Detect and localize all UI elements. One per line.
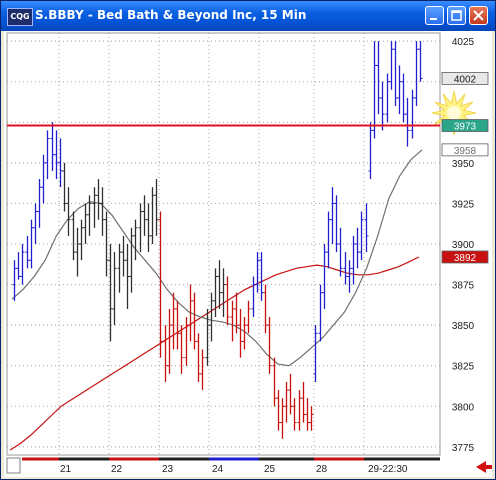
title-bar[interactable]: CQG S.BBBY - Bed Bath & Beyond Inc, 15 M… — [1, 1, 495, 31]
maximize-icon — [451, 10, 462, 21]
date-axis-label: 22 — [111, 464, 123, 475]
close-button[interactable] — [469, 6, 488, 25]
price-tag-level: 3973 — [441, 119, 489, 133]
price-axis-label: 3775 — [452, 443, 475, 454]
minimize-button[interactable] — [425, 6, 444, 25]
price-tag-other: 3958 — [441, 143, 489, 157]
price-chart[interactable]: 4025 3950 3925 3900 3875 3850 3825 3800 3775 4002… — [4, 31, 492, 477]
price-axis-label: 3900 — [452, 240, 475, 251]
date-axis-label: 24 — [212, 464, 224, 475]
minimize-icon — [430, 18, 437, 20]
svg-text:3892: 3892 — [454, 253, 477, 264]
svg-text:3973: 3973 — [454, 122, 477, 133]
price-axis-label: 4025 — [452, 37, 475, 48]
price-axis[interactable]: 4025 3950 3925 3900 3875 3850 3825 3800 3775 4002… — [441, 37, 489, 454]
date-axis[interactable]: 21 22 23 24 25 28 29-22:30 — [6, 457, 492, 475]
price-axis-label: 3875 — [452, 281, 475, 292]
cqg-app-icon[interactable]: CQG — [7, 8, 33, 26]
price-axis-label: 3925 — [452, 199, 475, 210]
left-arrow-icon[interactable] — [476, 461, 492, 473]
price-axis-label: 3800 — [452, 402, 475, 413]
close-icon — [473, 10, 484, 21]
date-axis-label: 25 — [264, 464, 276, 475]
svg-text:4002: 4002 — [454, 74, 477, 85]
date-axis-label: 21 — [60, 464, 72, 475]
date-axis-label: 23 — [162, 464, 174, 475]
price-tag-last: 4002 — [441, 72, 489, 85]
date-axis-label: 28 — [316, 464, 328, 475]
window-title: S.BBBY - Bed Bath & Beyond Inc, 15 Min — [35, 8, 307, 22]
maximize-button[interactable] — [447, 6, 466, 25]
date-axis-label: 29-22:30 — [368, 464, 408, 475]
price-axis-label: 3850 — [452, 321, 475, 332]
price-axis-label: 3950 — [452, 159, 475, 170]
chart-area[interactable]: 4025 3950 3925 3900 3875 3850 3825 3800 3775 4002… — [4, 31, 492, 477]
price-axis-label: 3825 — [452, 362, 475, 373]
price-tag-ma: 3892 — [441, 250, 489, 264]
svg-text:3958: 3958 — [454, 146, 477, 157]
chart-window: CQG S.BBBY - Bed Bath & Beyond Inc, 15 M… — [0, 0, 496, 480]
